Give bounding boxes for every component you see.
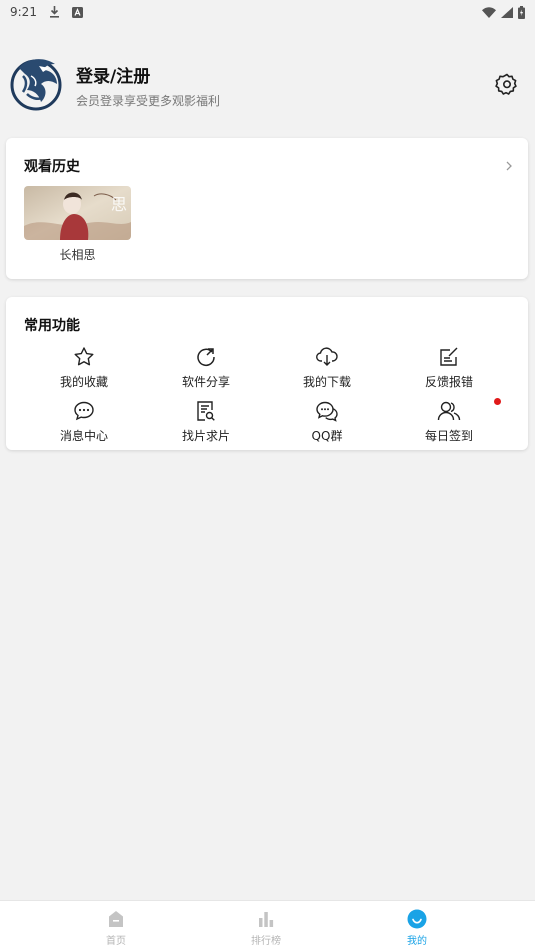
bottom-tab-bar: 首页 排行榜 我的	[0, 900, 535, 952]
func-label: 消息中心	[59, 429, 108, 443]
functions-title: 常用功能	[24, 318, 80, 334]
login-register-link[interactable]: 登录/注册	[76, 62, 150, 87]
status-time: 9:21	[10, 5, 37, 19]
func-label: 每日签到	[424, 429, 473, 443]
func-label: QQ群	[311, 429, 343, 443]
tab-mine[interactable]: 我的	[387, 909, 447, 951]
tab-ranking[interactable]: 排行榜	[236, 909, 296, 951]
history-item-poster[interactable]: 思	[24, 186, 131, 240]
func-messages[interactable]: 消息中心	[34, 399, 134, 447]
common-functions-card: 常用功能 我的收藏 软件分享 我的下载 反馈报错 消息中心 找片求片 QQ群 每…	[6, 297, 528, 450]
cloud-download-icon	[315, 345, 339, 369]
func-label: 我的下载	[302, 375, 351, 389]
bar-chart-icon	[259, 912, 274, 927]
func-label: 软件分享	[181, 375, 230, 389]
history-item-label[interactable]: 长相思	[24, 246, 131, 263]
tab-label: 首页	[106, 936, 126, 947]
profile-header: 登录/注册 会员登录享受更多观影福利	[0, 50, 535, 120]
doc-search-icon	[194, 399, 218, 423]
func-qq-group[interactable]: QQ群	[277, 399, 377, 447]
smile-icon	[407, 909, 427, 929]
chat-bubbles-icon	[315, 399, 339, 423]
avatar[interactable]	[9, 54, 63, 112]
download-icon	[49, 6, 60, 18]
tab-home[interactable]: 首页	[86, 909, 146, 951]
users-icon	[437, 399, 461, 423]
eagle-logo-icon	[10, 59, 62, 111]
watch-history-card: 观看历史 思 长相思	[6, 138, 528, 279]
home-icon	[109, 911, 123, 927]
edit-feedback-icon	[437, 345, 461, 369]
poster-glyph: 思	[111, 195, 127, 214]
tab-label: 我的	[407, 936, 427, 947]
history-title: 观看历史	[24, 159, 80, 175]
star-icon	[72, 345, 96, 369]
func-feedback[interactable]: 反馈报错	[399, 345, 499, 393]
gear-icon[interactable]	[495, 72, 519, 96]
profile-subtitle: 会员登录享受更多观影福利	[76, 94, 221, 108]
chevron-right-icon[interactable]	[504, 158, 514, 172]
tab-label: 排行榜	[251, 936, 281, 947]
func-downloads[interactable]: 我的下载	[277, 345, 377, 393]
func-label: 我的收藏	[59, 375, 108, 389]
status-bar: 9:21	[0, 0, 535, 24]
func-daily-checkin[interactable]: 每日签到	[399, 399, 499, 447]
notification-dot	[494, 398, 501, 405]
poster-image: 思	[24, 186, 131, 240]
func-share[interactable]: 软件分享	[156, 345, 256, 393]
battery-icon	[518, 5, 525, 19]
func-favorites[interactable]: 我的收藏	[34, 345, 134, 393]
func-label: 反馈报错	[424, 375, 473, 389]
signal-icon	[501, 6, 513, 18]
func-label: 找片求片	[181, 429, 230, 443]
func-request-movie[interactable]: 找片求片	[156, 399, 256, 447]
font-a-icon	[71, 6, 83, 18]
share-refresh-icon	[194, 345, 218, 369]
wifi-icon	[482, 6, 496, 18]
message-icon	[72, 399, 96, 423]
